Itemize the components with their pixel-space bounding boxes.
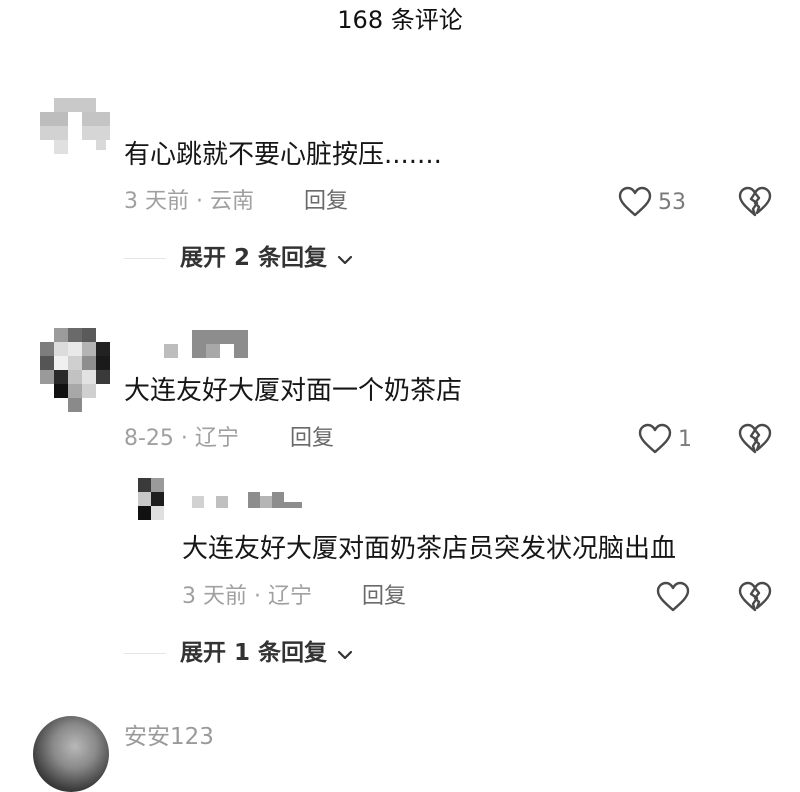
- reply-text: 大连友好大厦对面奶茶店员突发状况脑出血: [182, 534, 677, 564]
- comment-meta: 3 天前 · 云南: [124, 189, 254, 214]
- reply-button[interactable]: 回复: [290, 424, 334, 454]
- divider: [124, 258, 166, 259]
- comment-meta: 8-25 · 辽宁: [124, 426, 239, 451]
- broken-heart-icon[interactable]: [738, 581, 772, 613]
- like-count: 53: [658, 190, 686, 215]
- avatar[interactable]: [33, 716, 109, 792]
- expand-replies-button[interactable]: 展开 1 条回复: [180, 637, 353, 670]
- reply-button[interactable]: 回复: [304, 187, 348, 217]
- like-count: 1: [678, 427, 692, 452]
- broken-heart-icon[interactable]: [738, 423, 772, 455]
- broken-heart-icon[interactable]: [738, 186, 772, 218]
- comments-count-title: 168 条评论: [337, 6, 463, 34]
- avatar[interactable]: [40, 98, 110, 154]
- expand-replies-label: 展开 1 条回复: [180, 640, 328, 666]
- expand-replies-button[interactable]: 展开 2 条回复: [180, 242, 353, 275]
- chevron-down-icon: [337, 638, 353, 670]
- comment-text: 有心跳就不要心脏按压.......: [124, 140, 442, 170]
- avatar[interactable]: [40, 328, 110, 412]
- expand-replies-label: 展开 2 条回复: [180, 245, 328, 271]
- chevron-down-icon: [337, 243, 353, 275]
- reply-meta: 3 天前 · 辽宁: [182, 584, 312, 609]
- heart-outline-icon[interactable]: [656, 581, 690, 613]
- username-blurred: [164, 330, 248, 358]
- comment-text: 大连友好大厦对面一个奶茶店: [124, 376, 463, 406]
- divider: [124, 653, 166, 654]
- username[interactable]: 安安123: [124, 722, 214, 752]
- avatar[interactable]: [138, 478, 164, 520]
- reply-button[interactable]: 回复: [362, 582, 406, 612]
- heart-outline-icon[interactable]: [618, 186, 652, 218]
- username-blurred: [192, 492, 304, 512]
- heart-outline-icon[interactable]: [638, 423, 672, 455]
